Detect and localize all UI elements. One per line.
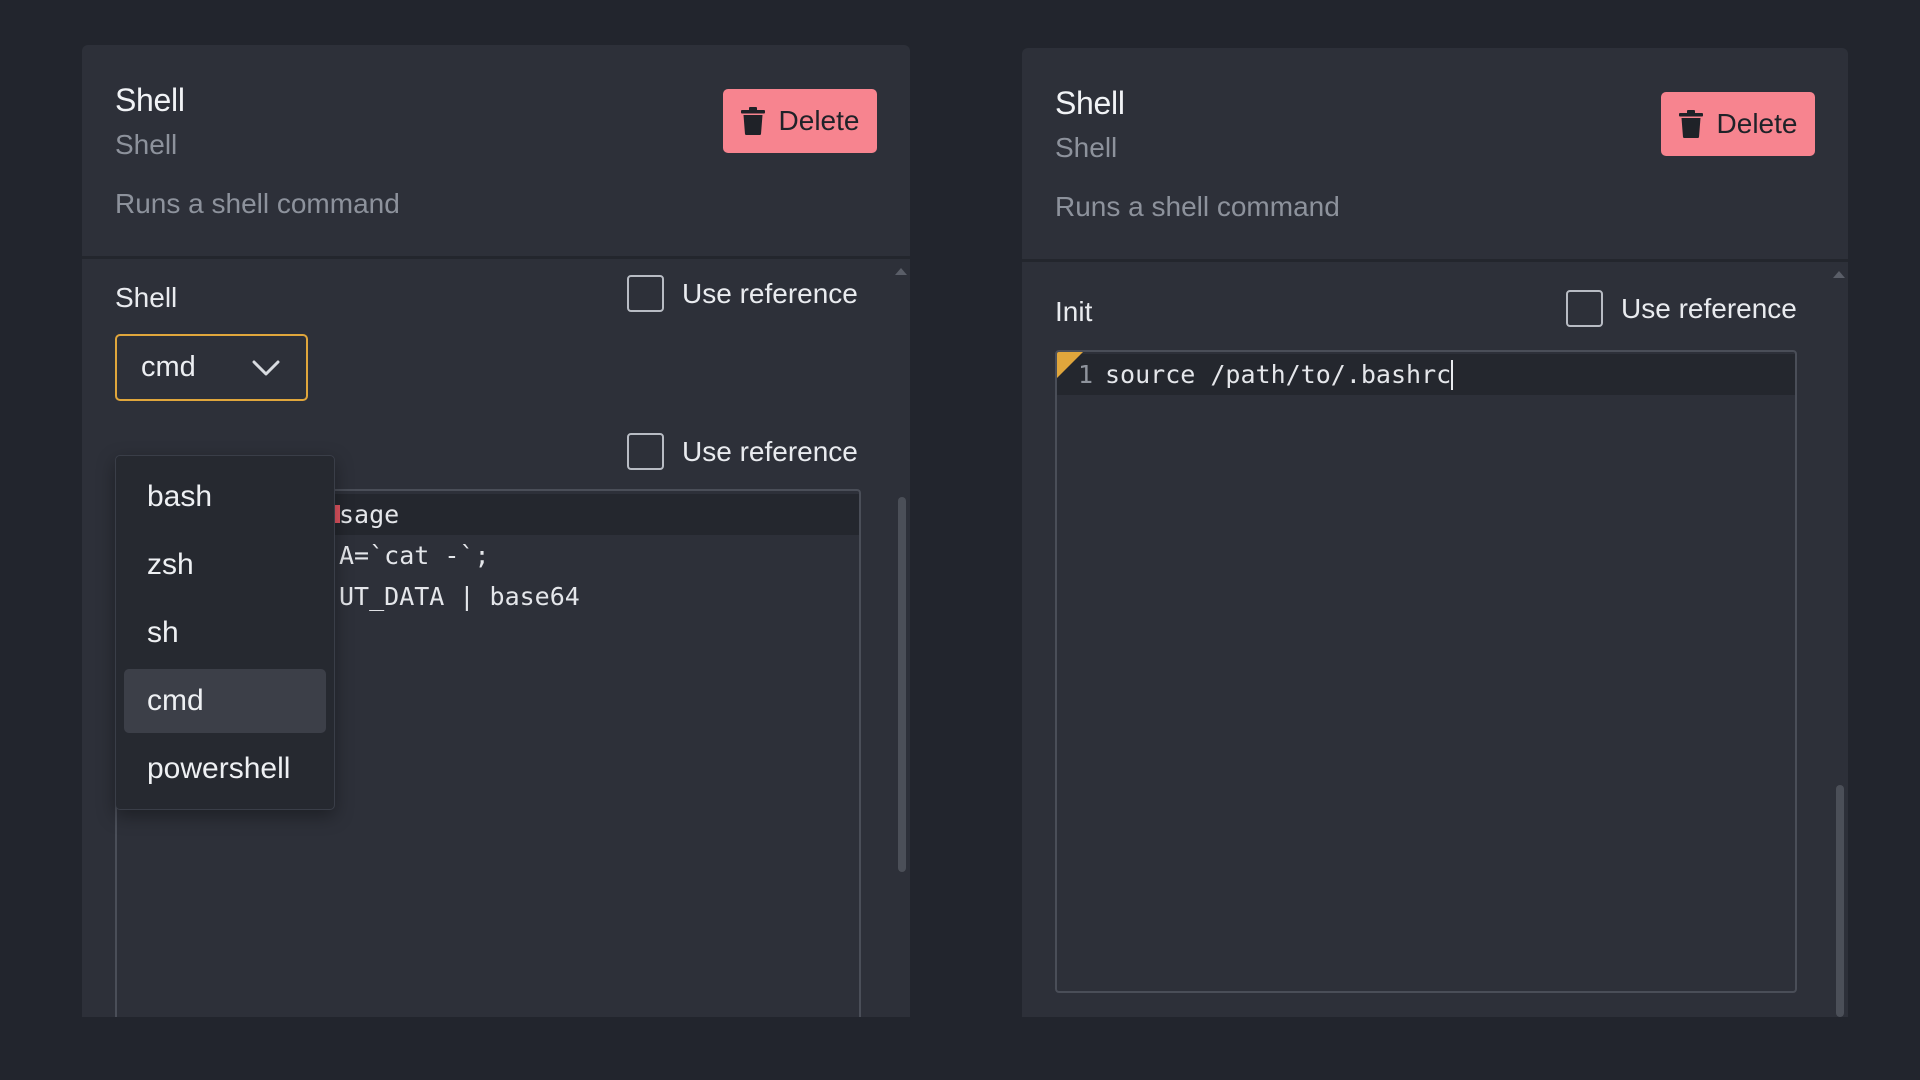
shell-select[interactable]: cmd — [115, 334, 308, 401]
card-title: Shell — [1055, 85, 1125, 121]
chevron-down-icon — [252, 360, 280, 376]
code-text: UT_DATA | base64 — [339, 582, 580, 611]
use-reference-label: Use reference — [682, 277, 858, 309]
delete-button-label: Delete — [778, 105, 860, 136]
card-header: Shell Shell Runs a shell command Delete — [82, 45, 910, 259]
use-reference-checkbox[interactable] — [627, 275, 664, 312]
scroll-up-arrow[interactable] — [895, 268, 907, 275]
use-reference-label: Use reference — [1621, 292, 1797, 324]
dropdown-option-powershell[interactable]: powershell — [124, 737, 326, 801]
dropdown-option-cmd[interactable]: cmd — [124, 669, 326, 733]
vertical-scrollbar[interactable] — [894, 262, 908, 1017]
scroll-thumb[interactable] — [1836, 785, 1844, 1017]
card-description: Runs a shell command — [1055, 191, 1340, 222]
text-caret — [1451, 359, 1454, 390]
card-body: Init Use reference 1 source /path/to/.ba… — [1022, 265, 1848, 1017]
card-title: Shell — [115, 82, 185, 118]
shell-step-card: Shell Shell Runs a shell command Delete … — [1022, 48, 1848, 1017]
card-body: Shell Use reference cmd Use reference sa… — [82, 262, 910, 1017]
card-description: Runs a shell command — [115, 188, 400, 219]
scroll-thumb[interactable] — [898, 497, 906, 872]
code-text: source /path/to/.bashrc — [1105, 360, 1452, 389]
shell-field-label: Shell — [115, 282, 178, 313]
vertical-scrollbar[interactable] — [1832, 265, 1846, 1017]
dropdown-option-sh[interactable]: sh — [124, 601, 326, 665]
dropdown-option-bash[interactable]: bash — [124, 465, 326, 529]
delete-button[interactable]: Delete — [723, 89, 877, 153]
card-header: Shell Shell Runs a shell command Delete — [1022, 48, 1848, 262]
scroll-up-arrow[interactable] — [1833, 271, 1845, 278]
warning-marker — [1057, 352, 1083, 378]
code-line: 1 source /path/to/.bashrc — [1057, 354, 1795, 395]
trash-icon — [740, 107, 765, 135]
use-reference-toggle-command[interactable]: Use reference — [627, 433, 858, 470]
shell-step-card: Shell Shell Runs a shell command Delete … — [82, 45, 910, 1017]
dropdown-option-zsh[interactable]: zsh — [124, 533, 326, 597]
delete-button[interactable]: Delete — [1661, 92, 1815, 156]
use-reference-toggle[interactable]: Use reference — [627, 275, 858, 312]
use-reference-toggle[interactable]: Use reference — [1566, 290, 1797, 327]
delete-button-label: Delete — [1716, 108, 1798, 139]
use-reference-label-command: Use reference — [682, 435, 858, 467]
init-field-label: Init — [1055, 296, 1093, 327]
trash-icon — [1678, 110, 1703, 138]
card-subtitle: Shell — [115, 129, 178, 160]
shell-options-dropdown: bash zsh sh cmd powershell — [115, 455, 335, 810]
card-subtitle: Shell — [1055, 132, 1118, 163]
use-reference-checkbox[interactable] — [1566, 290, 1603, 327]
shell-select-value: cmd — [141, 351, 196, 383]
init-editor[interactable]: 1 source /path/to/.bashrc — [1055, 350, 1797, 993]
workflow-canvas: Shell Shell Runs a shell command Delete … — [0, 0, 1920, 1080]
code-text: sage — [339, 500, 400, 529]
error-marker — [335, 505, 340, 523]
use-reference-checkbox-command[interactable] — [627, 433, 664, 470]
code-text: A=`cat -`; — [339, 541, 490, 570]
